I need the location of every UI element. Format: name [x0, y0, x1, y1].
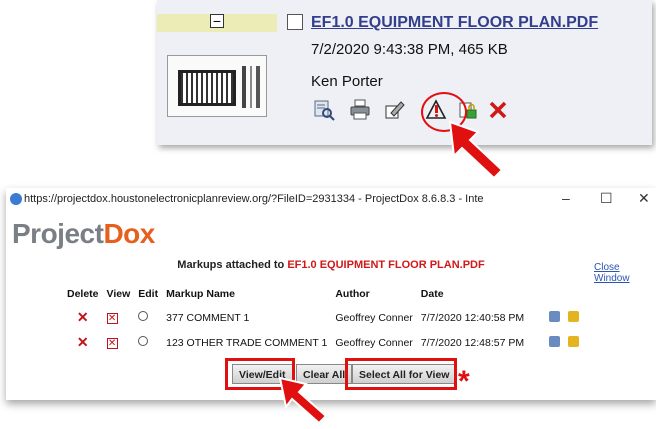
maximize-button[interactable]: ☐ [600, 190, 613, 207]
markup-date: 7/7/2020 12:48:57 PM [420, 336, 525, 349]
file-name-link[interactable]: EF1.0 EQUIPMENT FLOOR PLAN.PDF [311, 14, 598, 32]
edit-radio[interactable] [135, 330, 163, 355]
view-checkbox[interactable]: ✕ [104, 305, 136, 330]
header-edit: Edit [138, 288, 159, 300]
minimize-button[interactable]: – [562, 190, 570, 206]
markup-date: 7/7/2020 12:40:58 PM [420, 311, 525, 324]
search-file-icon[interactable] [313, 99, 335, 121]
thumbnail-column: − [157, 0, 277, 145]
markup-author: Geoffrey Conner [335, 311, 413, 324]
file-date-size: 7/2/2020 9:43:38 PM, 465 KB [311, 41, 508, 58]
header-view: View [106, 288, 131, 300]
view-checkbox[interactable]: ✕ [104, 330, 136, 355]
header-author: Author [335, 288, 370, 300]
lock-markup-icon[interactable] [565, 330, 584, 355]
annotation-asterisk: * [458, 365, 470, 398]
lock-markup-icon[interactable] [565, 305, 584, 330]
projectdox-logo: ProjectDox [12, 218, 155, 249]
delete-markup-icon[interactable]: ✕ [64, 305, 104, 330]
close-button[interactable]: ✕ [638, 190, 650, 207]
title-bar: https://projectdox.houstonelectronicplan… [6, 188, 656, 212]
header-delete: Delete [67, 288, 99, 300]
reassign-icon[interactable] [546, 330, 565, 355]
reassign-icon[interactable] [546, 305, 565, 330]
edit-icon[interactable] [383, 99, 405, 121]
table-row: ✕ ✕ 377 COMMENT 1 Geoffrey Conner 7/7/20… [64, 305, 584, 330]
pointer-arrow-icon [278, 376, 328, 425]
table-row: ✕ ✕ 123 OTHER TRADE COMMENT 1 Geoffrey C… [64, 330, 584, 355]
table-header-row: Delete View Edit Markup Name Author Date [64, 286, 584, 305]
print-icon[interactable] [349, 99, 371, 121]
markup-author: Geoffrey Conner [335, 336, 413, 349]
file-checkbox[interactable] [287, 14, 303, 30]
file-author: Ken Porter [311, 73, 383, 90]
markups-heading: Markups attached to EF1.0 EQUIPMENT FLOO… [177, 259, 485, 271]
select-all-highlight [345, 358, 457, 390]
pointer-arrow-icon [448, 120, 504, 180]
browser-icon [10, 193, 22, 205]
delete-markup-icon[interactable]: ✕ [64, 330, 104, 355]
file-thumbnail[interactable] [167, 55, 267, 117]
collapse-button[interactable]: − [210, 14, 224, 28]
header-date: Date [420, 288, 444, 300]
markup-name: 377 COMMENT 1 [166, 311, 250, 324]
header-markup-name: Markup Name [166, 288, 235, 300]
edit-radio[interactable] [135, 305, 163, 330]
window-title: https://projectdox.houstonelectronicplan… [24, 193, 484, 205]
markup-name: 123 OTHER TRADE COMMENT 1 [166, 336, 328, 349]
browser-window: https://projectdox.houstonelectronicplan… [6, 188, 656, 400]
markups-table: Delete View Edit Markup Name Author Date… [64, 286, 584, 355]
file-card: − EF1.0 EQUIPMENT FLOOR PLAN.PDF 7/2/202… [157, 0, 652, 145]
